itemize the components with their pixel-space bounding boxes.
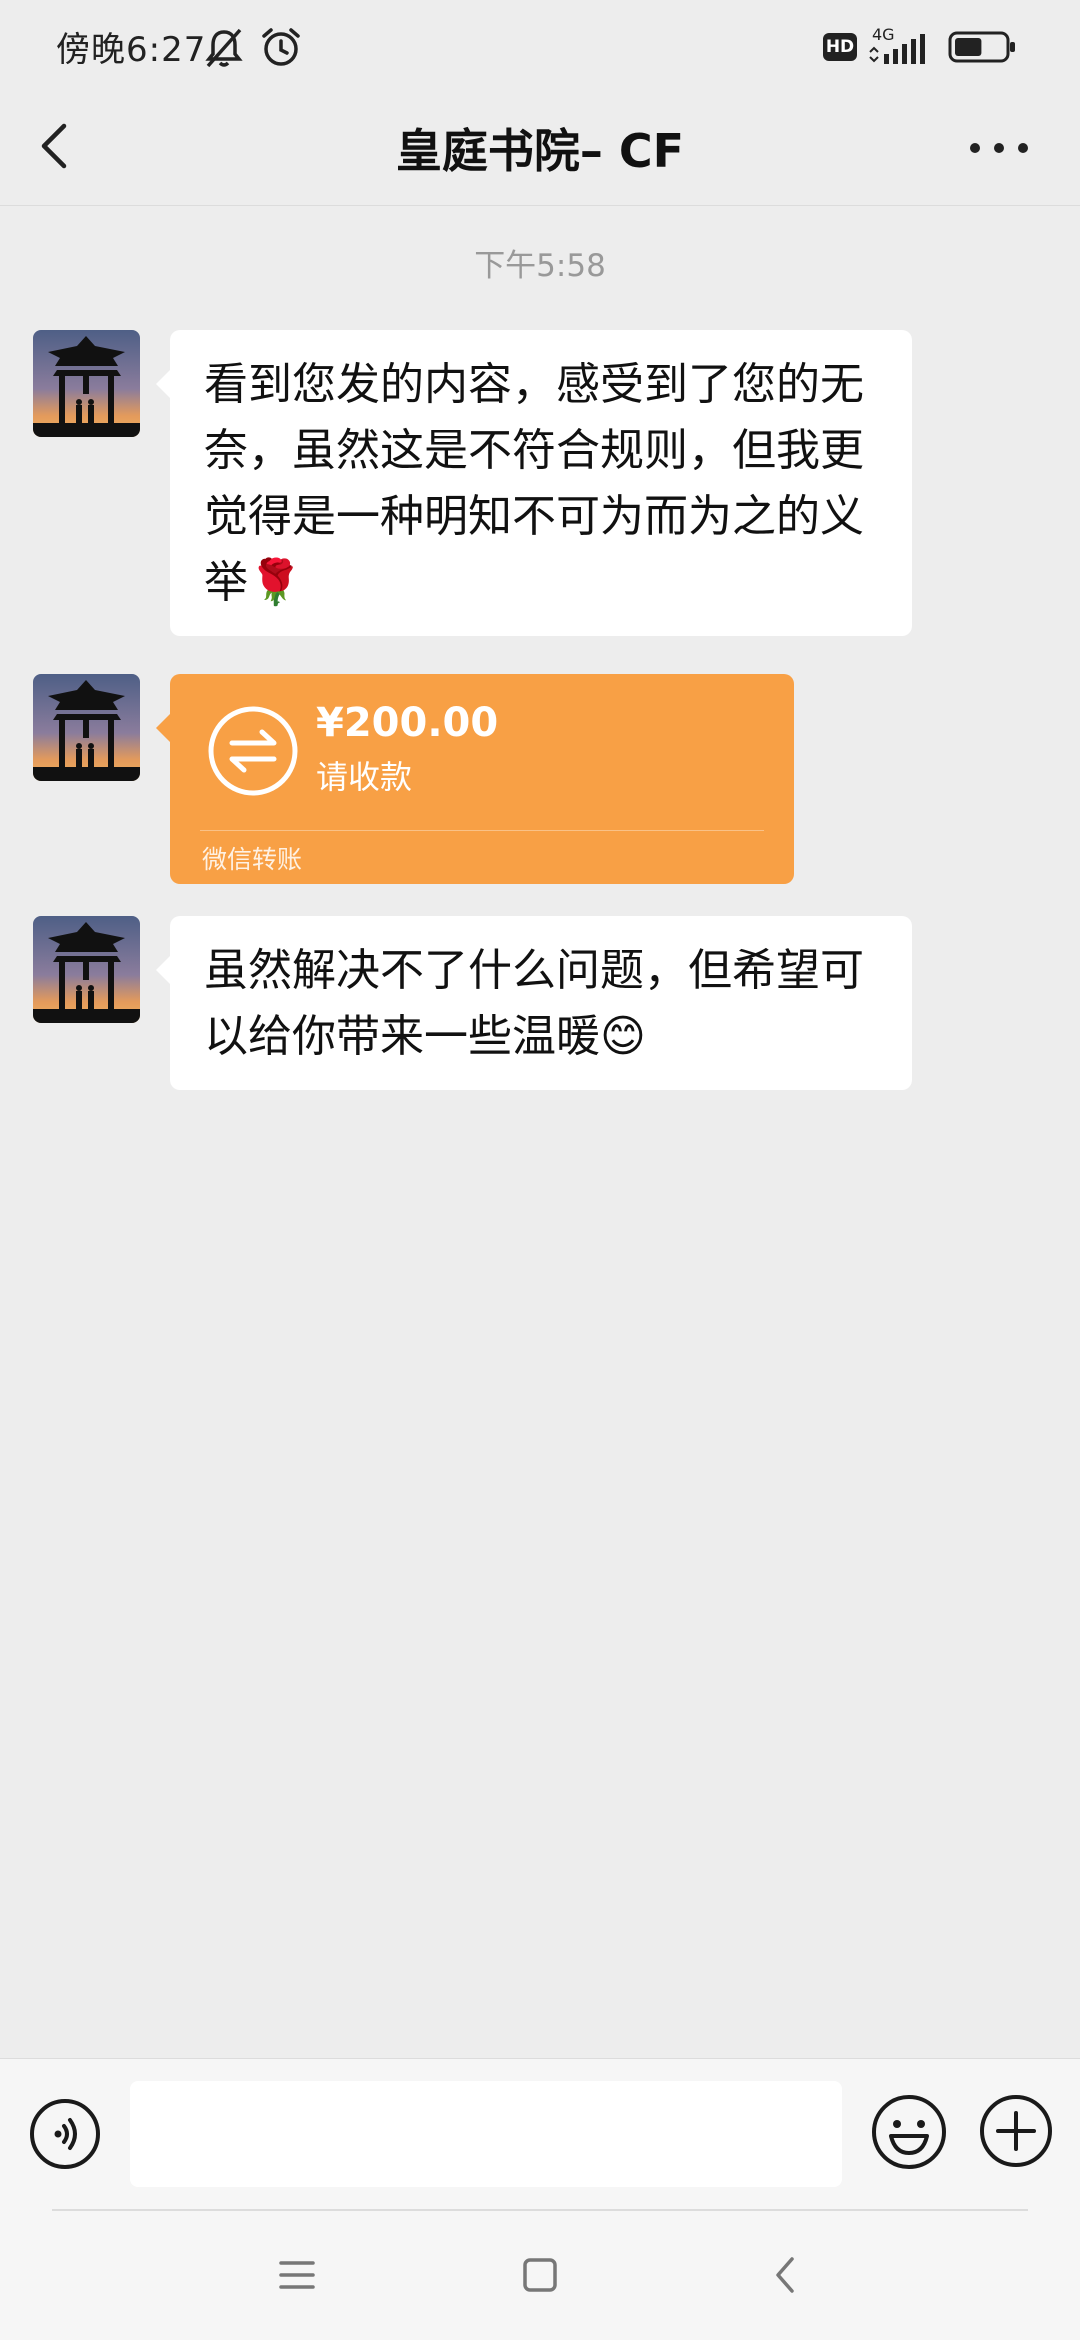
plus-icon[interactable] (978, 2093, 1054, 2169)
home-icon[interactable] (516, 2251, 564, 2299)
status-bar: 傍晚6:27 HD 4G (0, 0, 1080, 90)
input-bar (0, 2058, 1080, 2213)
signal-icon (869, 34, 925, 64)
message-input[interactable] (130, 2081, 842, 2187)
transfer-divider (200, 830, 764, 831)
smiley-icon[interactable] (870, 2093, 948, 2171)
voice-icon[interactable] (28, 2097, 102, 2171)
transfer-amount: ¥200.00 (316, 700, 499, 746)
chat-title: 皇庭书院– CF (395, 124, 685, 178)
transfer-label: 微信转账 (202, 845, 303, 874)
battery-icon (948, 31, 1015, 63)
message-text: 虽然解决不了什么问题，但希望可以给你带来一些温暖 (204, 945, 864, 1062)
system-nav-bar (0, 2211, 1080, 2340)
more-dots-icon[interactable] (966, 118, 1032, 178)
chat-header: 皇庭书院– CF (0, 90, 1080, 206)
hd-badge: HD (823, 33, 857, 61)
mute-icon (205, 28, 243, 68)
alarm-icon (262, 28, 300, 66)
transfer-arrows-icon (208, 706, 298, 796)
avatar[interactable] (33, 674, 140, 781)
nav-back-icon[interactable] (762, 2251, 810, 2299)
message-bubble[interactable]: 看到您发的内容，感受到了您的无奈，虽然这是不符合规则，但我更觉得是一种明知不可为… (156, 330, 912, 636)
status-time: 傍晚6:27 (56, 30, 207, 70)
transfer-card[interactable]: ¥200.00 请收款 微信转账 (156, 674, 794, 884)
avatar[interactable] (33, 916, 140, 1023)
menu-icon[interactable] (273, 2251, 321, 2299)
transfer-status: 请收款 (316, 758, 413, 796)
rose-emoji: 🌹 (248, 557, 303, 608)
smiling-emoji: 😊 (600, 1011, 646, 1062)
message-timestamp: 下午5:58 (474, 248, 606, 284)
back-icon[interactable] (26, 112, 86, 180)
avatar[interactable] (33, 330, 140, 437)
message-bubble[interactable]: 虽然解决不了什么问题，但希望可以给你带来一些温暖😊 (156, 916, 912, 1090)
message-text: 看到您发的内容，感受到了您的无奈，虽然这是不符合规则，但我更觉得是一种明知不可为… (204, 359, 864, 608)
